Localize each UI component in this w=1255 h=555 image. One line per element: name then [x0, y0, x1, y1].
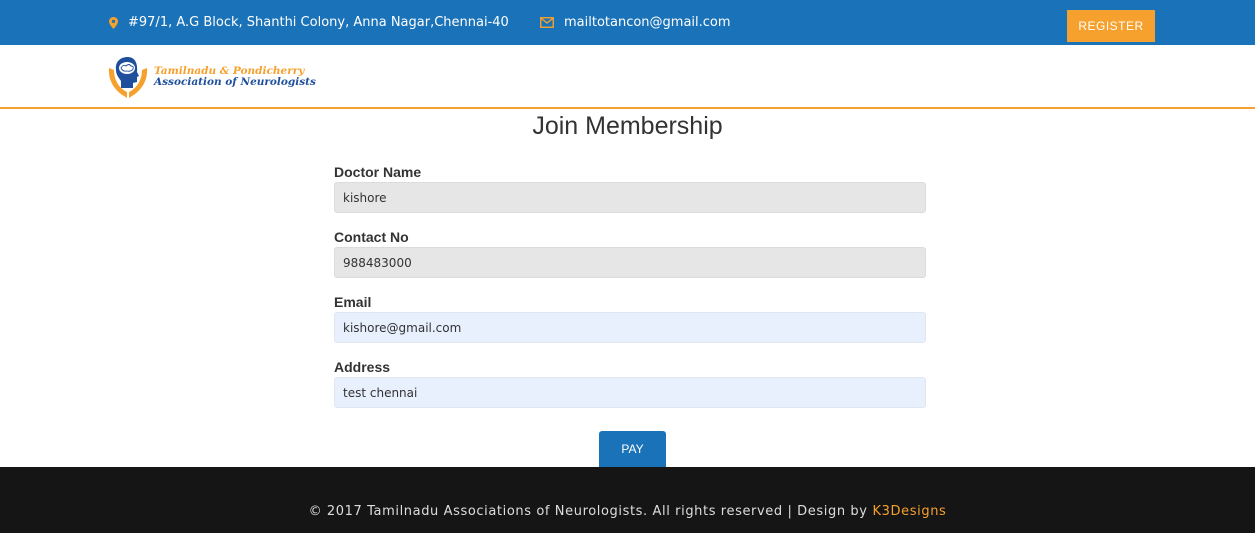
page-title: Join Membership: [532, 112, 723, 140]
register-button[interactable]: REGISTER: [1067, 10, 1155, 42]
top-bar: #97/1, A.G Block, Shanthi Colony, Anna N…: [0, 0, 1255, 45]
address-text: #97/1, A.G Block, Shanthi Colony, Anna N…: [128, 15, 509, 30]
address-label: Address: [334, 359, 391, 375]
site-logo[interactable]: Tamilnadu & Pondicherry Association of N…: [106, 54, 316, 100]
address-input[interactable]: [334, 377, 926, 408]
doctor-name-label: Doctor Name: [334, 164, 422, 180]
site-footer: © 2017 Tamilnadu Associations of Neurolo…: [0, 467, 1255, 533]
address-info: #97/1, A.G Block, Shanthi Colony, Anna N…: [109, 0, 509, 45]
footer-copyright: © 2017 Tamilnadu Associations of Neurolo…: [0, 467, 1255, 555]
site-header: Tamilnadu & Pondicherry Association of N…: [0, 45, 1255, 109]
email-link[interactable]: mailtotancon@gmail.com: [564, 15, 731, 30]
logo-line-2: Association of Neurologists: [154, 76, 316, 88]
designer-link[interactable]: K3Designs: [873, 504, 947, 519]
brain-hands-logo-icon: [108, 57, 148, 98]
contact-no-input[interactable]: [334, 247, 926, 278]
pay-button[interactable]: PAY: [599, 431, 666, 467]
doctor-name-input[interactable]: [334, 182, 926, 213]
contact-no-label: Contact No: [334, 229, 409, 245]
email-info: mailtotancon@gmail.com: [540, 0, 731, 45]
map-pin-icon: [109, 16, 118, 29]
email-label: Email: [334, 294, 372, 310]
copyright-text: © 2017 Tamilnadu Associations of Neurolo…: [308, 503, 868, 519]
logo-text: Tamilnadu & Pondicherry Association of N…: [154, 66, 316, 88]
envelope-icon: [540, 17, 554, 28]
email-input[interactable]: [334, 312, 926, 343]
